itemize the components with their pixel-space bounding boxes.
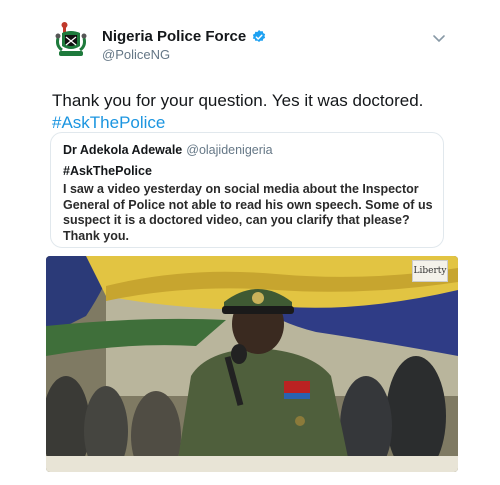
quoted-author-handle: @olajidenigeria xyxy=(186,143,273,157)
tweet-card: Nigeria Police Force @PoliceNG Thank you… xyxy=(0,0,500,485)
author-handle[interactable]: @PoliceNG xyxy=(102,47,170,62)
quoted-tweet-text: I saw a video yesterday on social media … xyxy=(63,182,433,243)
verified-badge-icon xyxy=(253,29,266,42)
video-frame-image xyxy=(46,256,458,472)
chevron-down-icon[interactable] xyxy=(432,34,446,44)
author-display-name[interactable]: Nigeria Police Force xyxy=(102,28,246,45)
quoted-tweet[interactable]: Dr Adekola Adewale @olajidenigeria #AskTh… xyxy=(50,132,444,248)
quoted-tweet-header: Dr Adekola Adewale @olajidenigeria xyxy=(63,143,273,157)
tweet-video[interactable]: Liberty xyxy=(46,256,458,472)
tweet-hashtag-link[interactable]: #AskThePolice xyxy=(52,112,452,134)
author-name-row: Nigeria Police Force xyxy=(102,28,267,45)
tweet-text-block: Thank you for your question. Yes it was … xyxy=(52,90,452,134)
quoted-author-name: Dr Adekola Adewale xyxy=(63,143,183,157)
police-crest-icon xyxy=(50,20,92,62)
tweet-text: Thank you for your question. Yes it was … xyxy=(52,91,424,110)
liberty-watermark: Liberty xyxy=(412,260,448,282)
quoted-tweet-hashtag: #AskThePolice xyxy=(63,164,152,178)
author-avatar[interactable] xyxy=(50,20,92,62)
